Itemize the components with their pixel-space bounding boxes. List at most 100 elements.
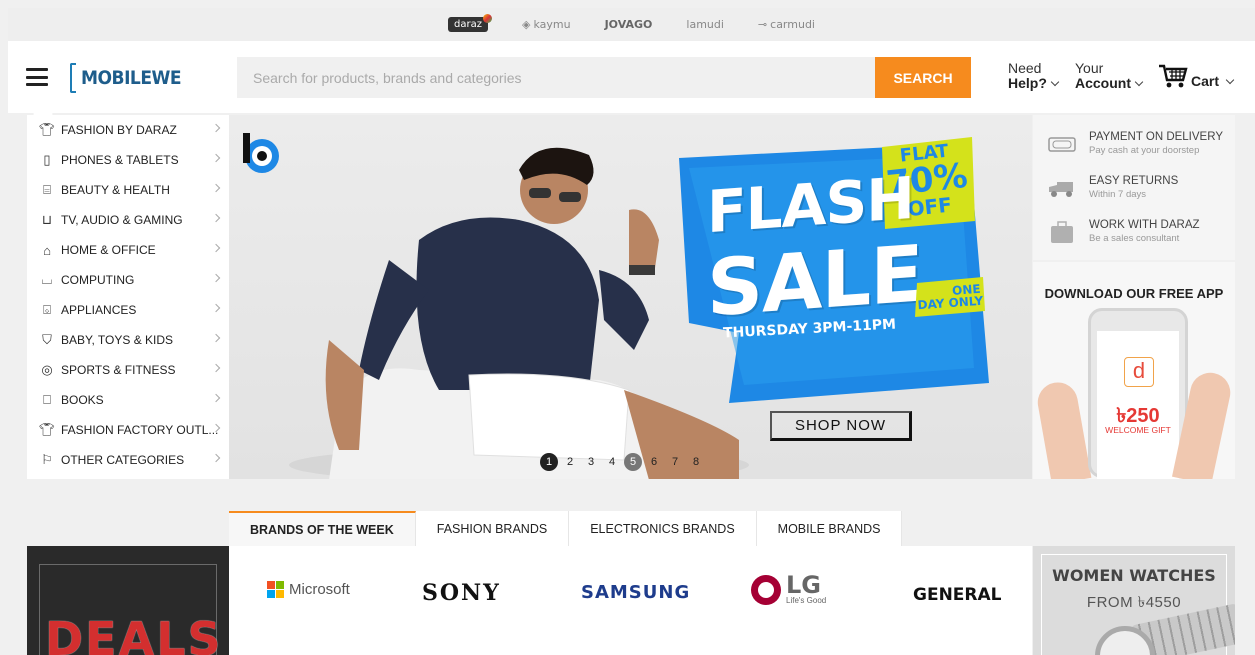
category-baby[interactable]: ⛉ BABY, TOYS & KIDS bbox=[27, 325, 229, 355]
shirt-icon: 👕︎ bbox=[38, 422, 56, 437]
easy-returns[interactable]: EASY RETURNS Within 7 days bbox=[1047, 175, 1178, 200]
category-label: PHONES & TABLETS bbox=[61, 153, 179, 167]
brand-microsoft[interactable]: Microsoft bbox=[267, 581, 350, 598]
tab-fashion-brands[interactable]: FASHION BRANDS bbox=[415, 511, 570, 546]
category-label: FASHION BY DARAZ bbox=[61, 123, 177, 137]
brand-tabs: BRANDS OF THE WEEK FASHION BRANDS ELECTR… bbox=[229, 511, 903, 546]
slide-dot-4[interactable]: 4 bbox=[603, 453, 621, 471]
partner-carmudi[interactable]: ⊸ carmudi bbox=[758, 18, 815, 31]
cart-icon bbox=[1159, 64, 1188, 88]
info-subtitle: Within 7 days bbox=[1089, 189, 1147, 200]
ball-icon: ◎ bbox=[41, 362, 53, 377]
women-watches-promo[interactable]: WOMEN WATCHES FROM ৳4550 bbox=[1033, 546, 1235, 655]
app-title: DOWNLOAD OUR FREE APP bbox=[1044, 286, 1224, 301]
truck-icon bbox=[1049, 182, 1073, 197]
account-line2: Account bbox=[1075, 75, 1144, 91]
category-label: APPLIANCES bbox=[61, 303, 137, 317]
search-input[interactable] bbox=[237, 57, 875, 98]
account-line1: Your bbox=[1075, 60, 1104, 76]
work-with-daraz[interactable]: WORK WITH DARAZ Be a sales consultant bbox=[1047, 219, 1200, 244]
brand-sony[interactable]: SONY bbox=[422, 580, 501, 606]
gift-label: WELCOME GIFT bbox=[1105, 425, 1171, 435]
category-menu: 👕︎ FASHION BY DARAZ ▯ PHONES & TABLETS ⌸ BE… bbox=[27, 115, 229, 479]
lg-wordmark: LG Life's Good bbox=[786, 571, 826, 605]
app-download-promo[interactable]: DOWNLOAD OUR FREE APP d ৳250 WELCOME GIF… bbox=[1033, 262, 1235, 479]
brand-lg[interactable]: LG Life's Good bbox=[751, 571, 826, 605]
category-label: OTHER CATEGORIES bbox=[61, 453, 185, 467]
category-label: TV, AUDIO & GAMING bbox=[61, 213, 183, 227]
chevron-right-icon bbox=[211, 393, 221, 403]
cart-label: Cart bbox=[1191, 73, 1220, 89]
book-icon: ⎕ bbox=[43, 392, 51, 407]
brand-samsung[interactable]: SAMSUNG bbox=[581, 582, 690, 603]
chevron-down-icon bbox=[1050, 77, 1060, 87]
phone-icon: ▯ bbox=[43, 152, 51, 167]
category-outlet[interactable]: 👕︎ FASHION FACTORY OUTL... bbox=[27, 415, 229, 445]
slide-dot-7[interactable]: 7 bbox=[666, 453, 684, 471]
account-label: Account bbox=[1075, 75, 1131, 91]
partner-kaymu-label: kaymu bbox=[533, 18, 571, 31]
laptop-icon: ⌴ bbox=[41, 272, 53, 287]
baby-icon: ⛉ bbox=[42, 332, 52, 347]
phone-image: d ৳250 WELCOME GIFT bbox=[1088, 308, 1188, 479]
phone-screen: d ৳250 WELCOME GIFT bbox=[1097, 331, 1179, 479]
site-header: MOBILEWE SEARCH Need Help? Your Account … bbox=[8, 41, 1255, 113]
payment-on-delivery[interactable]: PAYMENT ON DELIVERY Pay cash at your door… bbox=[1047, 131, 1223, 156]
chevron-down-icon bbox=[1225, 75, 1235, 85]
sale-title: SALE bbox=[707, 229, 923, 335]
category-home[interactable]: ⌂ HOME & OFFICE bbox=[27, 235, 229, 265]
partner-kaymu[interactable]: ◈ kaymu bbox=[522, 18, 571, 31]
chevron-right-icon bbox=[211, 273, 221, 283]
hand-image bbox=[1034, 379, 1092, 479]
shirt-icon: 👕︎ bbox=[38, 122, 56, 137]
help-line2: Help? bbox=[1008, 76, 1060, 91]
deals-promo[interactable]: DEALS bbox=[27, 546, 229, 655]
chevron-right-icon bbox=[211, 243, 221, 253]
appliance-icon: ⌺ bbox=[43, 302, 51, 317]
chevron-right-icon bbox=[211, 333, 221, 343]
category-label: BEAUTY & HEALTH bbox=[61, 183, 170, 197]
slide-dot-6[interactable]: 6 bbox=[645, 453, 663, 471]
info-title: EASY RETURNS bbox=[1089, 175, 1179, 187]
search-button[interactable]: SEARCH bbox=[875, 57, 971, 98]
help-menu[interactable]: Need Help? bbox=[1008, 61, 1060, 91]
category-other[interactable]: ⚐ OTHER CATEGORIES bbox=[27, 445, 229, 475]
tab-brands-of-the-week[interactable]: BRANDS OF THE WEEK bbox=[229, 511, 416, 546]
slide-dot-1[interactable]: 1 bbox=[540, 453, 558, 471]
tab-mobile-brands[interactable]: MOBILE BRANDS bbox=[756, 511, 903, 546]
lg-label: LG bbox=[786, 571, 821, 599]
partner-lamudi[interactable]: lamudi bbox=[686, 18, 724, 31]
category-computing[interactable]: ⌴ COMPUTING bbox=[27, 265, 229, 295]
deals-label: DEALS bbox=[45, 612, 223, 655]
slide-dot-5[interactable]: 5 bbox=[624, 453, 642, 471]
category-beauty[interactable]: ⌸ BEAUTY & HEALTH bbox=[27, 175, 229, 205]
logo-bracket bbox=[70, 63, 76, 93]
menu-icon[interactable] bbox=[26, 68, 48, 86]
category-books[interactable]: ⎕ BOOKS bbox=[27, 385, 229, 415]
microsoft-label: Microsoft bbox=[289, 581, 350, 598]
category-fashion[interactable]: 👕︎ FASHION BY DARAZ bbox=[27, 115, 229, 145]
partner-daraz[interactable]: daraz bbox=[448, 14, 492, 32]
cart-button[interactable]: Cart bbox=[1158, 63, 1235, 89]
category-phones[interactable]: ▯ PHONES & TABLETS bbox=[27, 145, 229, 175]
category-label: SPORTS & FITNESS bbox=[61, 363, 176, 377]
chevron-right-icon bbox=[211, 303, 221, 313]
partner-jovago[interactable]: JOVAGO bbox=[605, 18, 653, 31]
tab-electronics-brands[interactable]: ELECTRONICS BRANDS bbox=[569, 511, 757, 546]
account-menu[interactable]: Your Account bbox=[1075, 60, 1144, 91]
category-tv[interactable]: ⊔ TV, AUDIO & GAMING bbox=[27, 205, 229, 235]
category-appliances[interactable]: ⌺ APPLIANCES bbox=[27, 295, 229, 325]
chevron-right-icon bbox=[211, 453, 221, 463]
site-logo[interactable]: MOBILEWE bbox=[70, 63, 182, 93]
chevron-right-icon bbox=[211, 363, 221, 373]
shop-now-button[interactable]: SHOP NOW bbox=[770, 411, 912, 441]
partner-carmudi-label: carmudi bbox=[770, 18, 815, 31]
tv-icon: ⊔ bbox=[41, 212, 53, 227]
slide-dot-8[interactable]: 8 bbox=[687, 453, 705, 471]
slide-dot-2[interactable]: 2 bbox=[561, 453, 579, 471]
brand-general[interactable]: GENERAL bbox=[913, 585, 1002, 605]
slide-dot-3[interactable]: 3 bbox=[582, 453, 600, 471]
category-sports[interactable]: ◎ SPORTS & FITNESS bbox=[27, 355, 229, 385]
hero-banner[interactable]: FLAT 70% OFF FLASH SALE ONE DAY ONLY THU… bbox=[229, 115, 1032, 479]
chevron-down-icon bbox=[1134, 77, 1144, 87]
